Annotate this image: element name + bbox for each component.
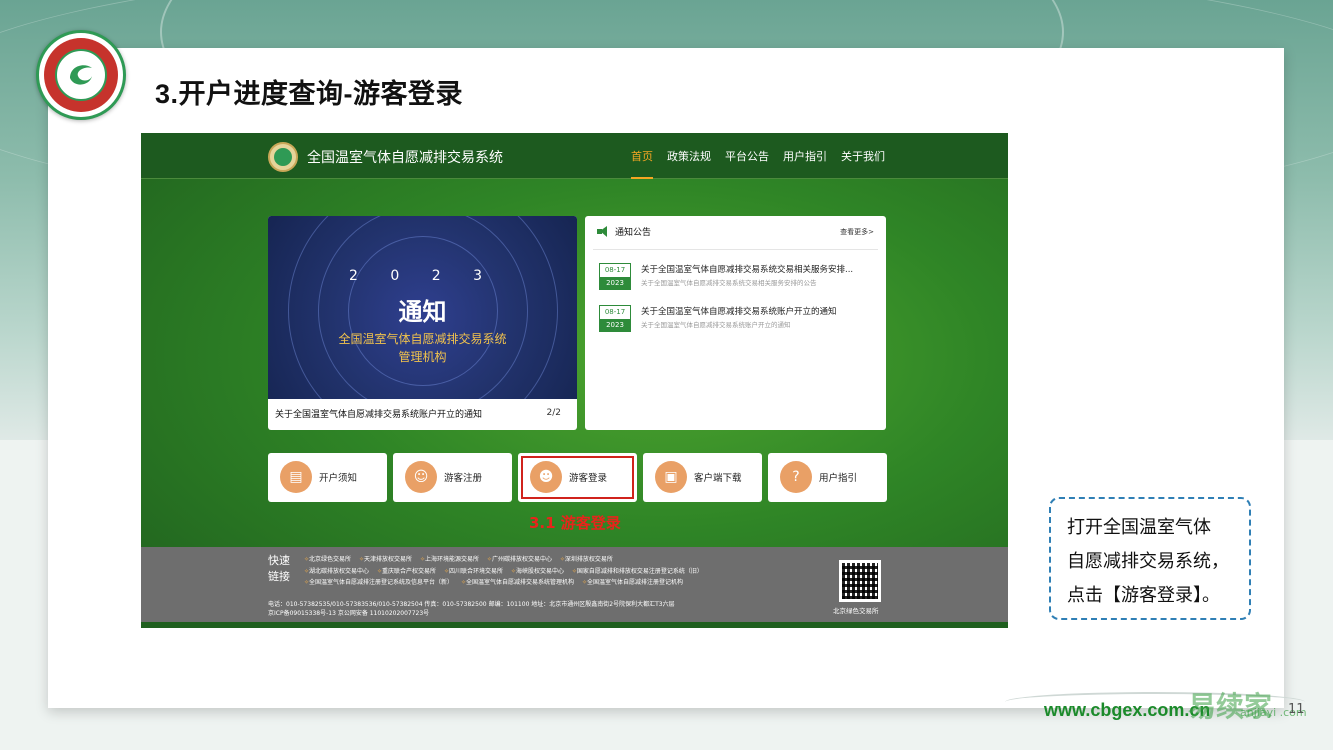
date-badge: 08-17 2023 [599,263,631,290]
footer-link[interactable]: 广州碳排放权交易中心 [487,556,552,563]
footer-contact: 电话：010-57382535/010-57383536/010-5738250… [268,601,675,617]
user-add-icon: ☺ [405,461,437,493]
carousel-image: 2 0 2 3 通知 全国温室气体自愿减排交易系统 管理机构 [268,216,577,399]
qr-caption: 北京绿色交易所 [833,607,879,615]
website-url: www.cbgex.com.cn [1044,700,1211,720]
exchange-logo [36,30,126,120]
footer-link[interactable]: 全国温室气体自愿减排注册登记机构 [582,579,683,586]
nav-about[interactable]: 关于我们 [841,148,885,179]
footer-link[interactable]: 湖北碳排放权交易中心 [304,568,369,575]
main-nav: 首页 政策法规 平台公告 用户指引 关于我们 [631,148,885,179]
users-icon: ☻ [530,461,562,493]
qr-code [839,560,881,602]
carousel-caption[interactable]: 关于全国温室气体自愿减排交易系统账户开立的通知 [275,407,482,420]
nav-policy[interactable]: 政策法规 [667,148,711,179]
footer-link[interactable]: 深圳排放权交易所 [560,556,613,563]
banner-heading: 通知 [398,298,447,326]
quick-links-label: 快速 链接 [268,554,290,583]
footer-link[interactable]: 上海环境能源交易所 [420,556,479,563]
footer-links: 北京绿色交易所 天津排放权交易所 上海环境能源交易所 广州碳排放权交易中心 深圳… [304,554,824,589]
footer-link[interactable]: 四川联合环境交易所 [444,568,503,575]
notice-item[interactable]: 08-17 2023 关于全国温室气体自愿减排交易系统交易相关服务安排... 关于… [599,263,879,293]
help-icon: ? [780,461,812,493]
notice-panel: 通知公告 查看更多> 08-17 2023 关于全国温室气体自愿减排交易系统交易相… [585,216,886,430]
nav-user-guide[interactable]: 用户指引 [783,148,827,179]
guest-login-button[interactable]: ☻ 游客登录 [518,453,637,502]
system-logo [268,142,298,172]
banner-year: 2 0 2 3 [349,268,496,284]
footer-link[interactable]: 海峡股权交易中心 [511,568,564,575]
nav-home[interactable]: 首页 [631,148,653,179]
download-icon: ▣ [655,461,687,493]
guest-register-button[interactable]: ☺ 游客注册 [393,453,512,502]
footer-link[interactable]: 重庆联合产权交易所 [377,568,436,575]
notice-item-summary: 关于全国温室气体自愿减排交易系统交易相关服务安排的公告 [641,279,817,287]
client-download-button[interactable]: ▣ 客户端下载 [643,453,762,502]
date-badge: 08-17 2023 [599,305,631,332]
page-number: 11 [1288,702,1305,717]
user-guide-button[interactable]: ? 用户指引 [768,453,887,502]
footer-link[interactable]: 天津排放权交易所 [359,556,412,563]
footer-link[interactable]: 全国温室气体自愿减排注册登记系统及信息平台（新） [304,579,453,586]
quick-actions: ▤ 开户须知 ☺ 游客注册 ☻ 游客登录 ▣ 客户端下载 ? 用户指引 [268,453,887,502]
footer-link[interactable]: 全国温室气体自愿减排交易系统管理机构 [461,579,574,586]
notice-title: 通知公告 [615,228,652,238]
watermark: 易续家 [1188,690,1273,723]
notice-more-link[interactable]: 查看更多> [840,227,874,237]
notice-item-summary: 关于全国温室气体自愿减排交易系统账户开立的通知 [641,321,791,329]
slide-title: 3.开户进度查询-游客登录 [155,79,464,109]
notice-item-title[interactable]: 关于全国温室气体自愿减排交易系统账户开立的通知 [641,305,837,317]
footer-link[interactable]: 国家自愿减排和排放权交易注册登记系统（旧） [572,568,703,575]
footer-link[interactable]: 北京绿色交易所 [304,556,351,563]
carousel-page: 2/2 [546,408,561,418]
speaker-icon [597,226,610,237]
account-notice-button[interactable]: ▤ 开户须知 [268,453,387,502]
banner-subtitle: 全国温室气体自愿减排交易系统 管理机构 [338,332,507,364]
notice-item-title[interactable]: 关于全国温室气体自愿减排交易系统交易相关服务安排... [641,263,853,275]
book-icon: ▤ [280,461,312,493]
nav-announcements[interactable]: 平台公告 [725,148,769,179]
system-screenshot: 全国温室气体自愿减排交易系统 首页 政策法规 平台公告 用户指引 关于我们 2 … [141,133,1008,628]
leaf-icon [55,49,107,101]
system-footer: 快速链接 北京绿色交易所 天津排放权交易所 上海环境能源交易所 广州碳排放权交易… [141,547,1008,628]
instruction-callout: 打开全国温室气体 自愿减排交易系统， 点击【游客登录】。 [1049,497,1251,620]
news-carousel[interactable]: 2 0 2 3 通知 全国温室气体自愿减排交易系统 管理机构 关于全国温室气体自… [268,216,577,430]
system-name: 全国温室气体自愿减排交易系统 [307,150,503,166]
system-topbar: 全国温室气体自愿减排交易系统 首页 政策法规 平台公告 用户指引 关于我们 [141,133,1008,179]
step-label: 3.1 游客登录 [529,514,621,532]
notice-item[interactable]: 08-17 2023 关于全国温室气体自愿减排交易系统账户开立的通知 关于全国温室… [599,305,879,335]
